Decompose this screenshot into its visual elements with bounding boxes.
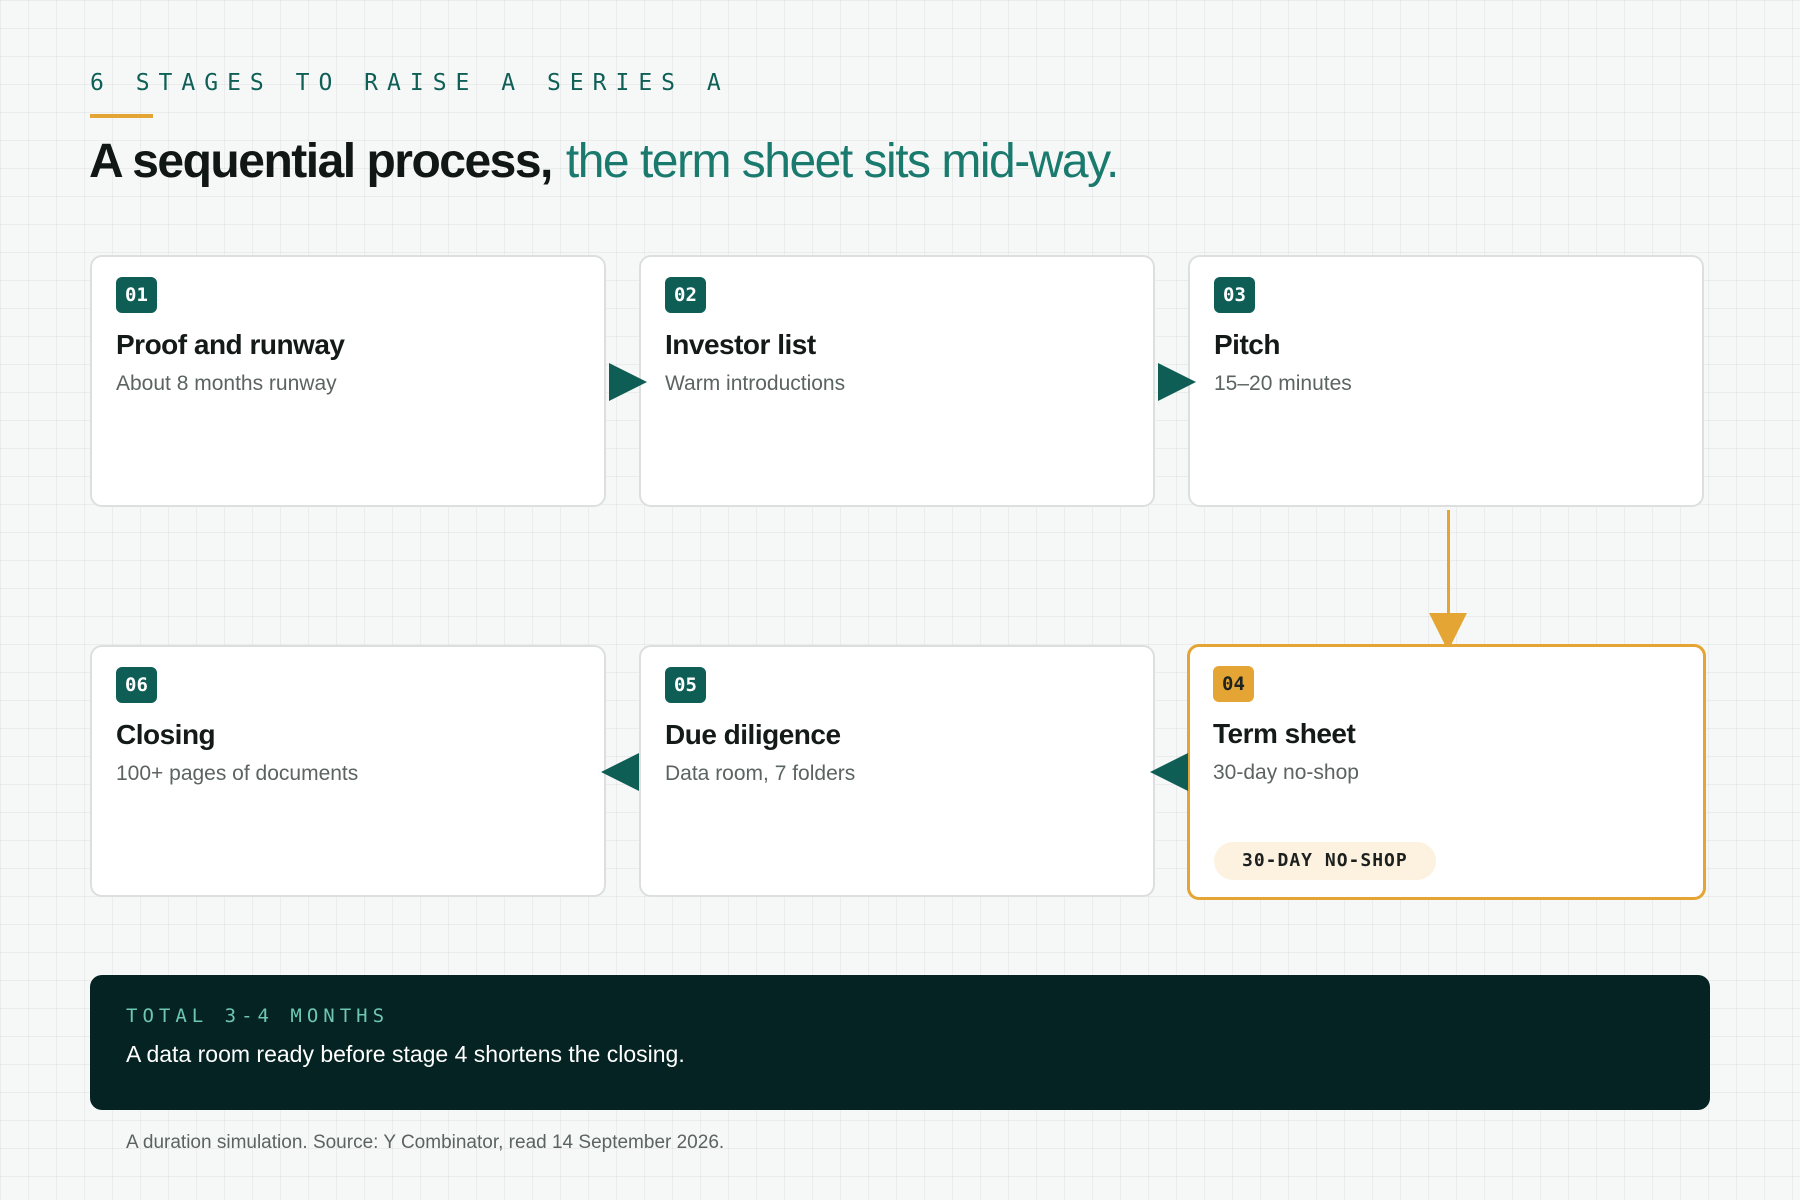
stage-number: 05 [665,667,706,703]
flow-arrow-left-icon [1150,753,1188,791]
stage-title: Due diligence [665,719,841,750]
stage-card-02: 02 Investor list Warm introductions [639,255,1155,507]
stage-card-04: 04 Term sheet 30-day no-shop 30-DAY NO-S… [1187,644,1706,900]
stage-title: Proof and runway [116,329,345,360]
stage-title: Investor list [665,329,816,360]
stage-number: 03 [1214,277,1255,313]
flow-arrow-right-icon [609,363,647,401]
flow-connector-line [1447,510,1450,618]
headline: A sequential process, the term sheet sits… [89,132,1119,192]
stage-title: Pitch [1214,329,1280,360]
stage-title: Closing [116,719,216,750]
stage-card-05: 05 Due diligence Data room, 7 folders [639,645,1155,897]
stage-subtitle: 15–20 minutes [1214,372,1352,395]
stage-card-01: 01 Proof and runway About 8 months runwa… [90,255,606,507]
flow-arrow-left-icon [601,753,639,791]
eyebrow-underline [90,114,153,118]
stage-card-06: 06 Closing 100+ pages of documents [90,645,606,897]
stage-number: 02 [665,277,706,313]
flow-arrow-right-icon [1158,363,1196,401]
headline-strong: A sequential process, [89,135,553,188]
eyebrow-label: 6 STAGES TO RAISE A SERIES A [90,70,730,96]
stage-subtitle: About 8 months runway [116,372,337,395]
source-note: A duration simulation. Source: Y Combina… [126,1132,725,1153]
summary-text: A data room ready before stage 4 shorten… [126,1041,685,1067]
stage-subtitle: Data room, 7 folders [665,762,856,785]
stage-title: Term sheet [1213,718,1356,749]
stage-number: 01 [116,277,157,313]
stage-subtitle: 30-day no-shop [1213,761,1359,784]
stage-card-03: 03 Pitch 15–20 minutes [1188,255,1704,507]
stage-subtitle: 100+ pages of documents [116,762,359,785]
headline-accent: the term sheet sits mid-way. [565,135,1119,188]
stage-subtitle: Warm introductions [665,372,846,395]
no-shop-badge: 30-DAY NO-SHOP [1214,842,1436,880]
stage-number: 04 [1213,666,1254,702]
summary-panel: TOTAL 3-4 MONTHS A data room ready befor… [90,975,1710,1110]
summary-eyebrow: TOTAL 3-4 MONTHS [126,1005,390,1027]
stage-number: 06 [116,667,157,703]
